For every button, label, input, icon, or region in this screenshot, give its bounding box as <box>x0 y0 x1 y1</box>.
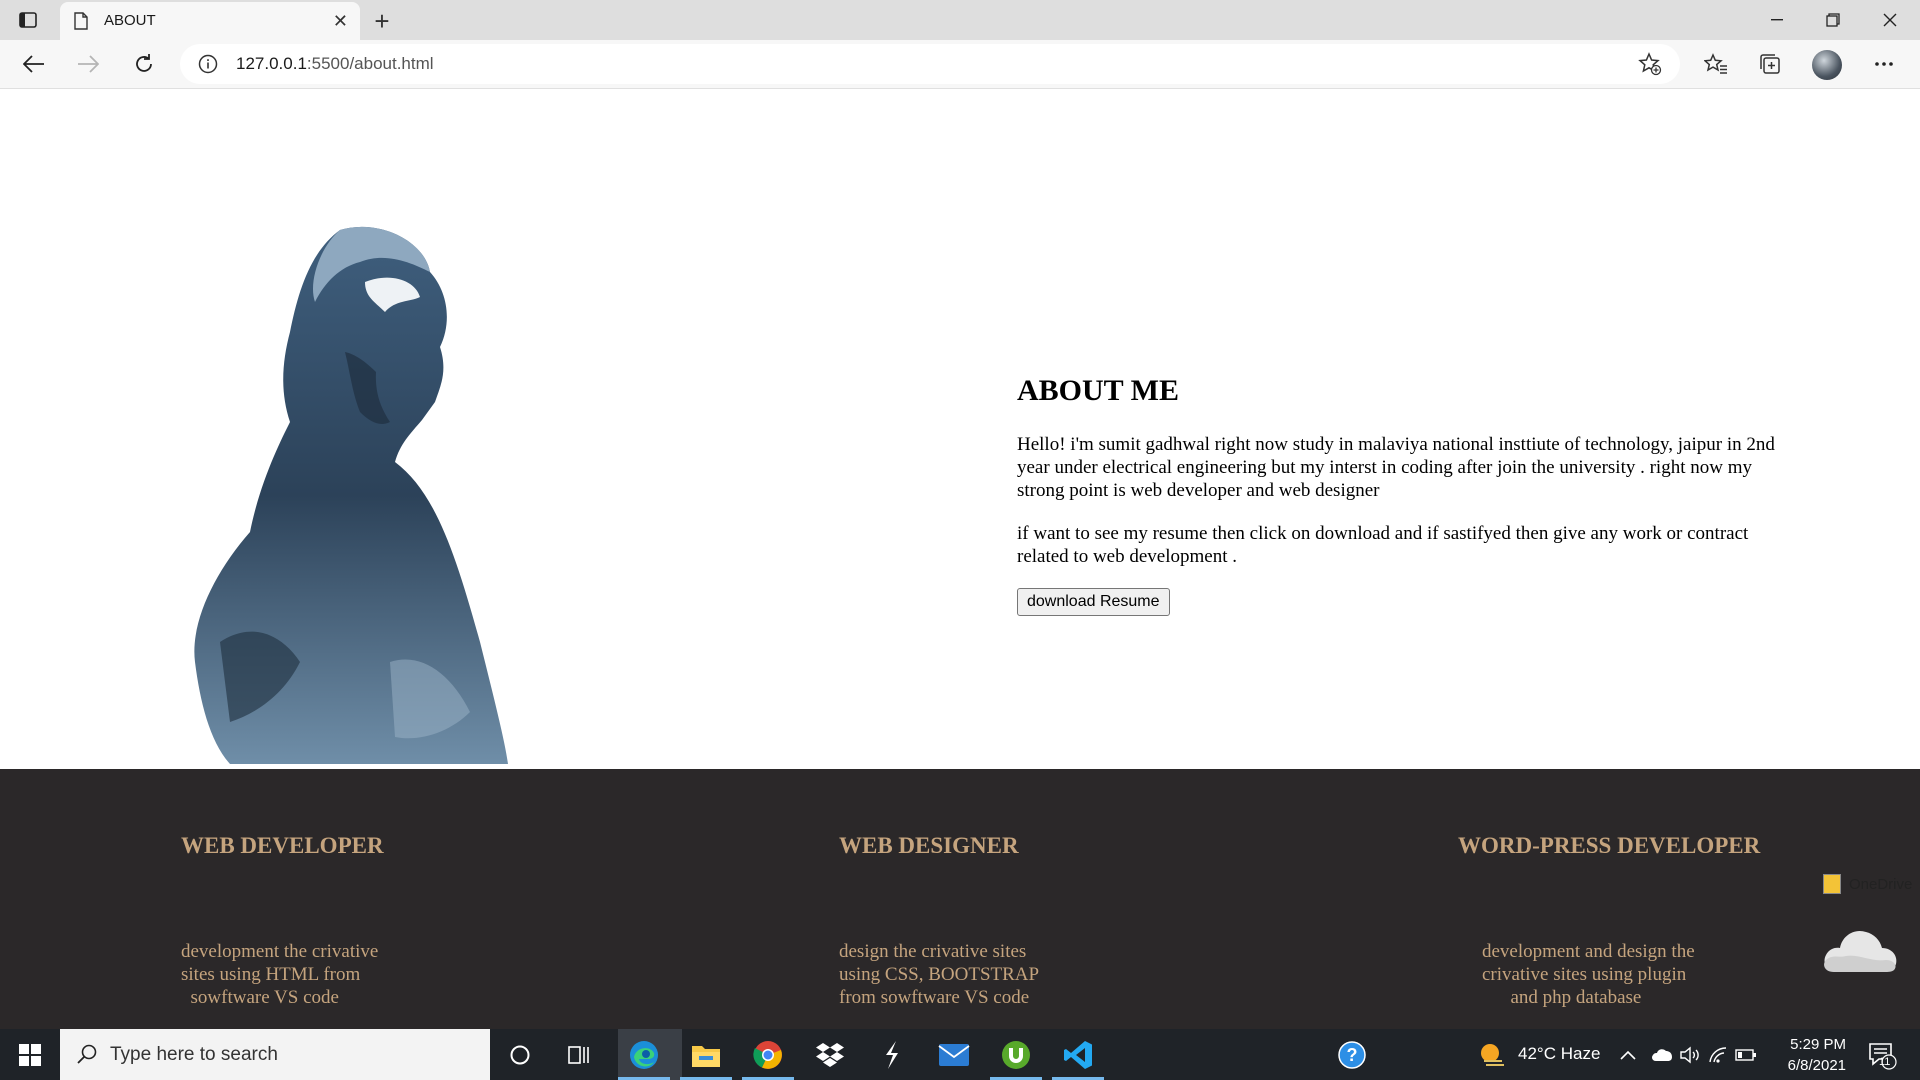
site-info-icon[interactable] <box>198 54 218 79</box>
onedrive-tray-icon[interactable] <box>1648 1037 1676 1073</box>
service-desc-line: sowftware VS code <box>181 987 339 1008</box>
service-title-web-designer: WEB DESIGNER <box>839 833 1019 858</box>
service-desc-line: development and design the <box>1482 941 1695 962</box>
clock-date: 6/8/2021 <box>1787 1057 1846 1074</box>
download-resume-button[interactable]: download Resume <box>1017 588 1170 616</box>
onedrive-cloud-icon[interactable] <box>1820 920 1900 980</box>
refresh-icon[interactable] <box>128 48 160 80</box>
service-desc-web-developer: development the crivative sites using HT… <box>181 940 378 1009</box>
service-title-wordpress-developer: WORD-PRESS DEVELOPER <box>1458 833 1761 858</box>
wifi-icon[interactable] <box>1704 1037 1732 1073</box>
service-desc-line: design the crivative sites <box>839 941 1027 962</box>
close-window-button[interactable] <box>1862 0 1918 40</box>
show-hidden-icons-icon[interactable] <box>1616 1037 1640 1073</box>
profile-portrait-image <box>194 226 508 764</box>
close-tab-icon[interactable]: ✕ <box>333 11 348 32</box>
file-explorer-icon[interactable] <box>688 1037 724 1073</box>
minimize-window-button[interactable] <box>1749 0 1805 40</box>
onedrive-label: OneDrive <box>1849 875 1913 893</box>
address-bar[interactable]: 127.0.0.1:5500/about.html <box>180 44 1680 84</box>
add-favorite-icon[interactable] <box>1638 52 1662 81</box>
about-intro-text: Hello! i'm sumit gadhwal right now study… <box>1017 434 1775 501</box>
service-desc-line: and php database <box>1482 987 1642 1008</box>
vscode-icon[interactable] <box>1060 1037 1096 1073</box>
weather-text[interactable]: 42°C Haze <box>1518 1044 1600 1064</box>
service-desc-line: using CSS, BOOTSTRAP <box>839 964 1040 985</box>
stripe-icon[interactable] <box>874 1037 910 1073</box>
tab-title: ABOUT <box>104 12 156 29</box>
onedrive-notification[interactable]: OneDrive <box>1823 874 1912 894</box>
utorrent-icon[interactable] <box>998 1037 1034 1073</box>
collections-icon[interactable] <box>1754 48 1786 80</box>
windows-taskbar: Type here to search ? 42°C Haze 5:29 PM … <box>0 1029 1920 1080</box>
service-desc-web-designer: design the crivative sites using CSS, BO… <box>839 940 1039 1009</box>
weather-icon[interactable] <box>1474 1037 1510 1073</box>
mail-icon[interactable] <box>936 1037 972 1073</box>
about-resume-text: if want to see my resume then click on d… <box>1017 523 1749 567</box>
new-tab-icon[interactable]: + <box>368 6 396 37</box>
tab-actions-icon[interactable] <box>16 8 40 32</box>
dropbox-icon[interactable] <box>812 1037 848 1073</box>
service-desc-line: development the crivative <box>181 941 379 962</box>
service-desc-line: from sowftware VS code <box>839 987 1030 1008</box>
clock-time: 5:29 PM <box>1790 1036 1846 1053</box>
search-placeholder: Type here to search <box>110 1044 278 1065</box>
forward-icon[interactable] <box>72 48 104 80</box>
url-text[interactable]: 127.0.0.1:5500/about.html <box>236 54 434 74</box>
restore-window-button[interactable] <box>1805 0 1861 40</box>
service-title-web-developer: WEB DEVELOPER <box>181 833 384 858</box>
url-host: 127.0.0.1 <box>236 54 307 73</box>
service-desc-wordpress-developer: development and design the crivative sit… <box>1482 940 1695 1009</box>
taskbar-search-box[interactable]: Type here to search <box>60 1029 490 1080</box>
page-icon <box>74 12 88 35</box>
edge-icon[interactable] <box>626 1037 662 1073</box>
chrome-icon[interactable] <box>750 1037 786 1073</box>
notification-count: 11 <box>1879 1056 1891 1068</box>
taskbar-clock[interactable]: 5:29 PM 6/8/2021 <box>1756 1034 1846 1076</box>
task-view-icon[interactable] <box>561 1037 597 1073</box>
service-desc-line: crivative sites using plugin <box>1482 964 1687 985</box>
browser-tab-bar: ABOUT ✕ + <box>0 0 1920 40</box>
services-section: WEB DEVELOPER development the crivative … <box>0 769 1920 1029</box>
help-icon[interactable]: ? <box>1334 1037 1370 1073</box>
volume-icon[interactable] <box>1676 1037 1704 1073</box>
browser-toolbar: 127.0.0.1:5500/about.html <box>0 40 1920 89</box>
about-heading: ABOUT ME <box>1017 374 1179 407</box>
favorites-icon[interactable] <box>1700 48 1732 80</box>
url-path: :5500/about.html <box>306 54 434 73</box>
more-options-icon[interactable] <box>1868 48 1900 80</box>
cortana-icon[interactable] <box>502 1037 538 1073</box>
back-icon[interactable] <box>18 48 50 80</box>
svg-text:?: ? <box>1347 1045 1358 1065</box>
active-tab[interactable]: ABOUT ✕ <box>60 2 360 40</box>
search-icon <box>76 1043 98 1070</box>
profile-avatar[interactable] <box>1812 50 1842 80</box>
onedrive-badge-icon <box>1823 874 1841 894</box>
windows-start-icon[interactable] <box>0 1029 60 1080</box>
service-desc-line: sites using HTML from <box>181 964 361 985</box>
